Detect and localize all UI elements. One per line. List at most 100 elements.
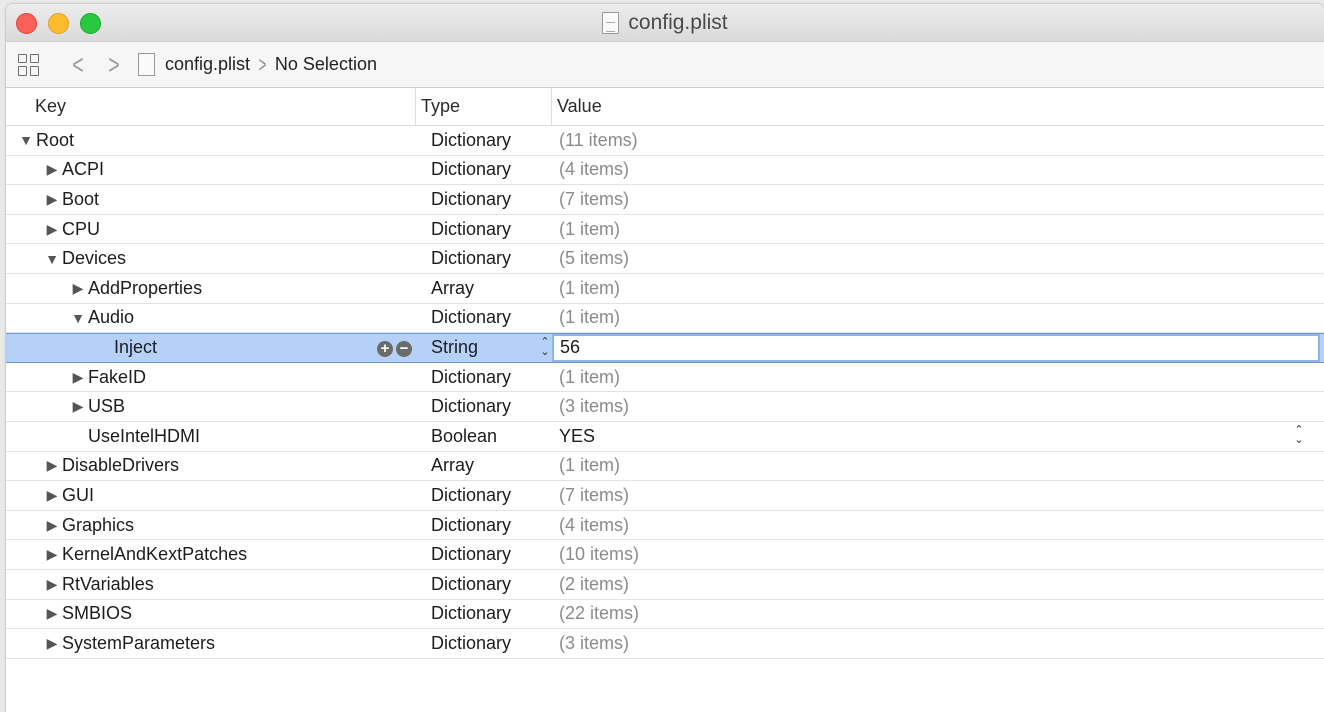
value-cell[interactable]: 56 (552, 334, 1324, 362)
value-cell[interactable]: (1 item) (552, 452, 1324, 481)
table-row[interactable]: ▼ Audio Dictionary (1 item) (6, 304, 1324, 334)
table-row[interactable]: ▶ DisableDrivers Array (1 item) (6, 452, 1324, 482)
key-cell[interactable]: ▶ RtVariables (6, 570, 416, 599)
disclosure-closed-icon[interactable]: ▶ (44, 576, 60, 593)
table-row[interactable]: ▶ SystemParameters Dictionary (3 items) (6, 629, 1324, 659)
type-cell[interactable]: Dictionary (416, 481, 552, 510)
table-row[interactable]: ▶ GUI Dictionary (7 items) (6, 481, 1324, 511)
value-cell[interactable]: (2 items) (552, 570, 1324, 599)
table-row[interactable]: ▼ Devices Dictionary (5 items) (6, 244, 1324, 274)
value-cell[interactable]: (1 item) (552, 363, 1324, 392)
value-cell[interactable]: (22 items) (552, 600, 1324, 629)
key-cell[interactable]: ▶ SystemParameters (6, 629, 416, 658)
table-row[interactable]: ▶ AddProperties Array (1 item) (6, 274, 1324, 304)
disclosure-closed-icon[interactable]: ▶ (44, 635, 60, 652)
table-row[interactable]: ▶ SMBIOS Dictionary (22 items) (6, 600, 1324, 630)
type-cell[interactable]: Boolean (416, 422, 552, 451)
key-cell[interactable]: ▶ CPU (6, 215, 416, 244)
type-cell[interactable]: Dictionary (416, 156, 552, 185)
key-cell[interactable]: ▶ KernelAndKextPatches (6, 540, 416, 569)
disclosure-closed-icon[interactable]: ▶ (44, 517, 60, 534)
key-cell[interactable]: ▶ FakeID (6, 363, 416, 392)
table-row[interactable]: ▶ USB Dictionary (3 items) (6, 392, 1324, 422)
type-cell[interactable]: Dictionary (416, 392, 552, 421)
value-cell[interactable]: (11 items) (552, 126, 1324, 155)
disclosure-open-icon[interactable]: ▼ (44, 251, 60, 267)
key-cell[interactable]: ▼ Devices (6, 244, 416, 273)
type-cell[interactable]: Dictionary (416, 215, 552, 244)
key-cell[interactable]: UseIntelHDMI (6, 422, 416, 451)
table-row[interactable]: ▶ ACPI Dictionary (4 items) (6, 156, 1324, 186)
type-cell[interactable]: Array (416, 452, 552, 481)
key-cell[interactable]: ▼ Audio (6, 304, 416, 333)
value-cell[interactable]: (3 items) (552, 392, 1324, 421)
disclosure-closed-icon[interactable]: ▶ (70, 280, 86, 297)
disclosure-closed-icon[interactable]: ▶ (44, 191, 60, 208)
column-header-type[interactable]: Type (416, 88, 552, 125)
key-cell[interactable]: ▼ Root (6, 126, 416, 155)
type-cell[interactable]: Dictionary (416, 244, 552, 273)
value-cell[interactable]: (5 items) (552, 244, 1324, 273)
type-cell[interactable]: Dictionary (416, 540, 552, 569)
table-row[interactable]: ▶ Boot Dictionary (7 items) (6, 185, 1324, 215)
disclosure-closed-icon[interactable]: ▶ (70, 369, 86, 386)
disclosure-closed-icon[interactable]: ▶ (44, 546, 60, 563)
disclosure-open-icon[interactable]: ▼ (70, 310, 86, 326)
column-header-key[interactable]: Key (6, 88, 416, 125)
key-cell[interactable]: Inject + − (6, 334, 416, 362)
type-cell[interactable]: Dictionary (416, 363, 552, 392)
value-cell[interactable]: (7 items) (552, 185, 1324, 214)
value-cell[interactable]: (1 item) (552, 304, 1324, 333)
related-items-grid-icon[interactable] (18, 53, 40, 76)
value-cell[interactable]: YES ⌃ ⌄ (552, 422, 1324, 451)
key-cell[interactable]: ▶ DisableDrivers (6, 452, 416, 481)
value-cell[interactable]: (7 items) (552, 481, 1324, 510)
breadcrumb-selection[interactable]: No Selection (275, 54, 377, 75)
type-cell[interactable]: Dictionary (416, 185, 552, 214)
remove-item-icon[interactable]: − (396, 341, 412, 358)
disclosure-closed-icon[interactable]: ▶ (44, 605, 60, 622)
type-cell[interactable]: String ⌃ ⌄ (416, 334, 552, 362)
column-header-value[interactable]: Value (552, 88, 602, 125)
type-popup-chevron-icon[interactable]: ⌃ ⌄ (538, 337, 552, 358)
boolean-popup-chevron-icon[interactable]: ⌃ ⌄ (1292, 424, 1306, 445)
type-cell[interactable]: Dictionary (416, 304, 552, 333)
key-cell[interactable]: ▶ AddProperties (6, 274, 416, 303)
table-row[interactable]: Inject + − String ⌃ ⌄ 56 (6, 333, 1324, 363)
value-cell[interactable]: (3 items) (552, 629, 1324, 658)
type-cell[interactable]: Dictionary (416, 126, 552, 155)
type-cell[interactable]: Dictionary (416, 570, 552, 599)
table-row[interactable]: ▶ Graphics Dictionary (4 items) (6, 511, 1324, 541)
value-edit-field[interactable]: 56 (552, 334, 1320, 362)
key-cell[interactable]: ▶ SMBIOS (6, 600, 416, 629)
type-cell[interactable]: Dictionary (416, 600, 552, 629)
type-cell[interactable]: Dictionary (416, 629, 552, 658)
disclosure-closed-icon[interactable]: ▶ (44, 161, 60, 178)
disclosure-closed-icon[interactable]: ▶ (44, 487, 60, 504)
disclosure-closed-icon[interactable]: ▶ (70, 398, 86, 415)
table-row[interactable]: ▶ CPU Dictionary (1 item) (6, 215, 1324, 245)
key-cell[interactable]: ▶ USB (6, 392, 416, 421)
table-row[interactable]: ▶ FakeID Dictionary (1 item) (6, 363, 1324, 393)
back-arrow-icon[interactable]: < (65, 50, 90, 79)
value-cell[interactable]: (4 items) (552, 156, 1324, 185)
type-cell[interactable]: Array (416, 274, 552, 303)
table-row[interactable]: ▼ Root Dictionary (11 items) (6, 126, 1324, 156)
table-row[interactable]: UseIntelHDMI Boolean YES ⌃ ⌄ (6, 422, 1324, 452)
disclosure-open-icon[interactable]: ▼ (18, 132, 34, 148)
add-item-icon[interactable]: + (377, 341, 393, 358)
table-row[interactable]: ▶ RtVariables Dictionary (2 items) (6, 570, 1324, 600)
value-cell[interactable]: (1 item) (552, 215, 1324, 244)
key-cell[interactable]: ▶ Graphics (6, 511, 416, 540)
breadcrumb-file[interactable]: config.plist (165, 54, 250, 75)
table-row[interactable]: ▶ KernelAndKextPatches Dictionary (10 items… (6, 540, 1324, 570)
disclosure-closed-icon[interactable]: ▶ (44, 457, 60, 474)
type-cell[interactable]: Dictionary (416, 511, 552, 540)
disclosure-closed-icon[interactable]: ▶ (44, 221, 60, 238)
forward-arrow-icon[interactable]: > (101, 50, 126, 79)
value-cell[interactable]: (10 items) (552, 540, 1324, 569)
key-cell[interactable]: ▶ Boot (6, 185, 416, 214)
key-cell[interactable]: ▶ GUI (6, 481, 416, 510)
value-cell[interactable]: (1 item) (552, 274, 1324, 303)
value-cell[interactable]: (4 items) (552, 511, 1324, 540)
